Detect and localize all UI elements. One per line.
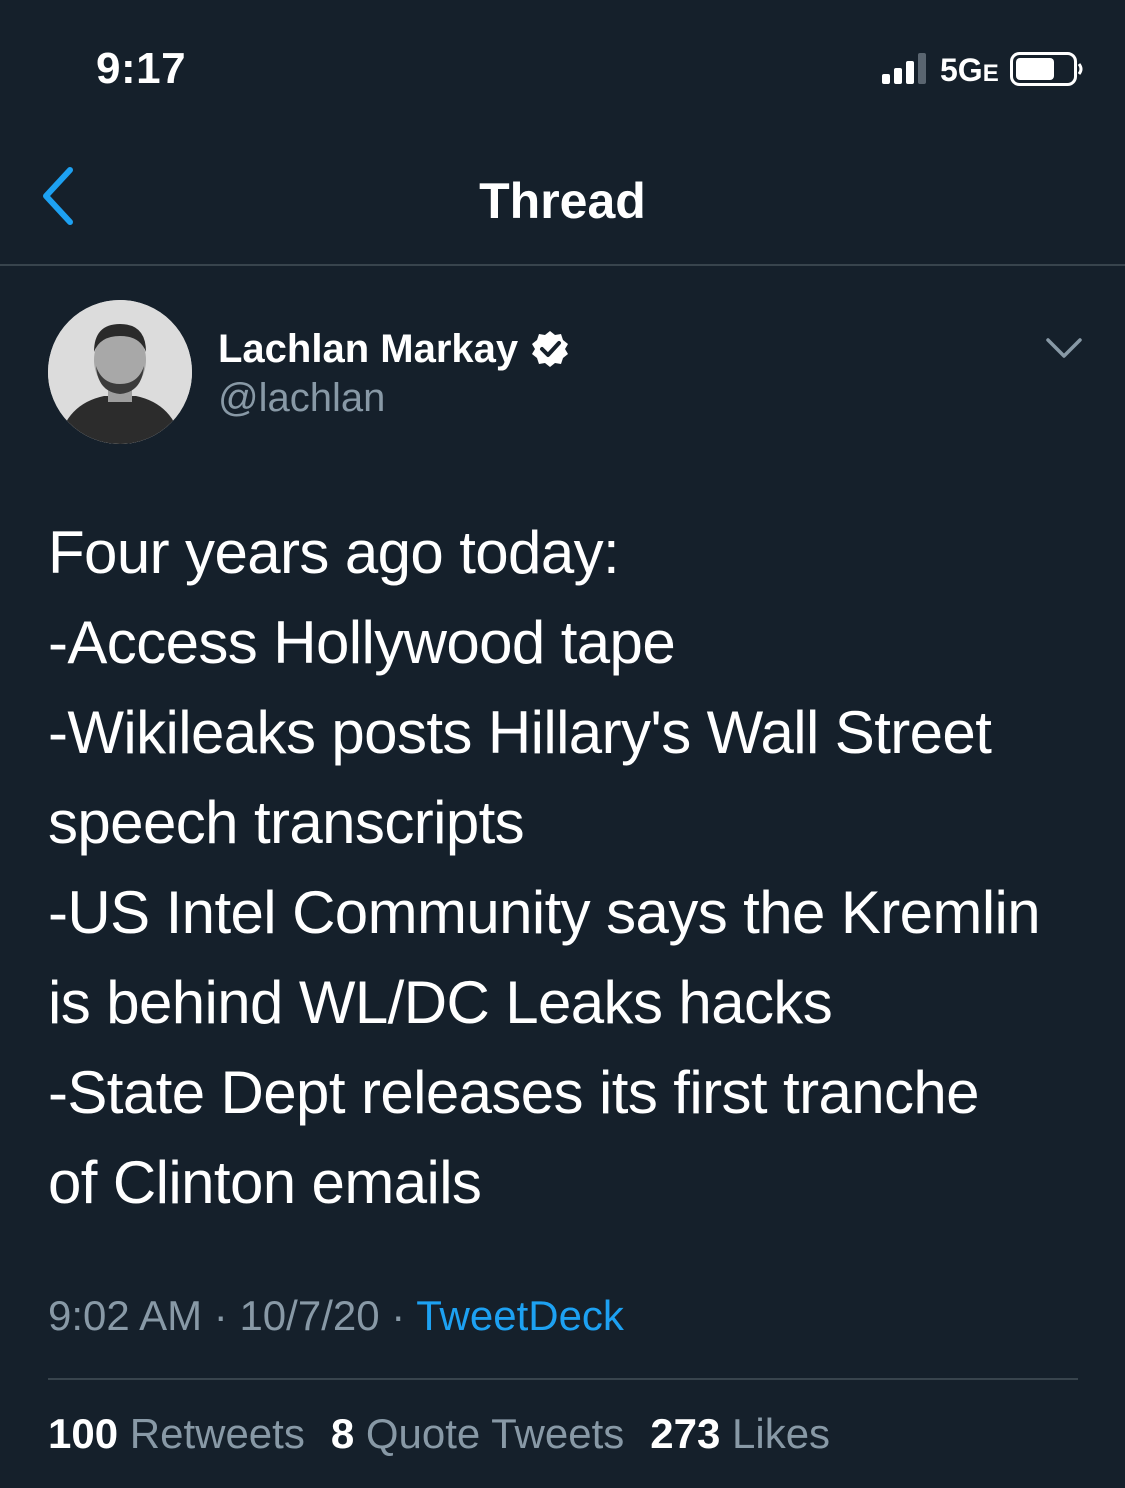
tweet-text: Four years ago today: -Access Hollywood … <box>48 508 1088 1228</box>
meta-separator: · <box>391 1292 406 1339</box>
meta-separator: · <box>213 1292 228 1339</box>
author-name[interactable]: Lachlan Markay <box>218 327 518 372</box>
chevron-down-icon[interactable] <box>1044 334 1084 362</box>
retweets-stat[interactable]: 100 Retweets <box>48 1410 305 1458</box>
nav-header: Thread <box>0 130 1125 266</box>
author-handle[interactable]: @lachlan <box>218 376 385 421</box>
tweet-line: speech transcripts <box>48 789 525 856</box>
likes-label: Likes <box>732 1410 831 1457</box>
tweet-line: is behind WL/DC Leaks hacks <box>48 969 833 1036</box>
tweet-meta: 9:02 AM · 10/7/20 · TweetDeck <box>48 1292 624 1340</box>
battery-icon <box>1010 52 1083 86</box>
tweet-date: 10/7/20 <box>239 1292 380 1339</box>
status-time: 9:17 <box>96 44 187 93</box>
tweet-line: -Access Hollywood tape <box>48 609 676 676</box>
network-suffix: E <box>982 60 999 87</box>
likes-stat[interactable]: 273 Likes <box>650 1410 830 1458</box>
page-title: Thread <box>479 173 646 229</box>
tweet-source-link[interactable]: TweetDeck <box>416 1292 624 1339</box>
author-name-row[interactable]: Lachlan Markay <box>218 324 570 374</box>
tweet-line: -Wikileaks posts Hillary's Wall Street <box>48 699 992 766</box>
tweet-line: of Clinton emails <box>48 1149 482 1216</box>
cellular-signal-icon <box>882 53 926 84</box>
quote-tweets-stat[interactable]: 8 Quote Tweets <box>331 1410 624 1458</box>
avatar-portrait-icon <box>48 300 192 444</box>
tweet-line: Four years ago today: <box>48 519 620 586</box>
retweets-label: Retweets <box>129 1410 305 1457</box>
status-bar: 9:17 5GE <box>0 0 1125 130</box>
tweet-time: 9:02 AM <box>48 1292 203 1339</box>
avatar[interactable] <box>48 300 192 444</box>
quote-tweets-count: 8 <box>330 1410 355 1457</box>
retweets-count: 100 <box>48 1410 119 1457</box>
network-type-label: 5GE <box>940 52 999 89</box>
quote-tweets-label: Quote Tweets <box>365 1410 625 1457</box>
tweet-line: -US Intel Community says the Kremlin <box>48 879 1041 946</box>
verified-badge-icon <box>532 331 569 367</box>
divider <box>48 1378 1078 1380</box>
network-type: 5G <box>940 52 983 88</box>
tweet-line: -State Dept releases its first tranche <box>48 1059 980 1126</box>
likes-count: 273 <box>650 1410 721 1457</box>
tweet-stats: 100 Retweets 8 Quote Tweets 273 Likes <box>48 1410 856 1458</box>
